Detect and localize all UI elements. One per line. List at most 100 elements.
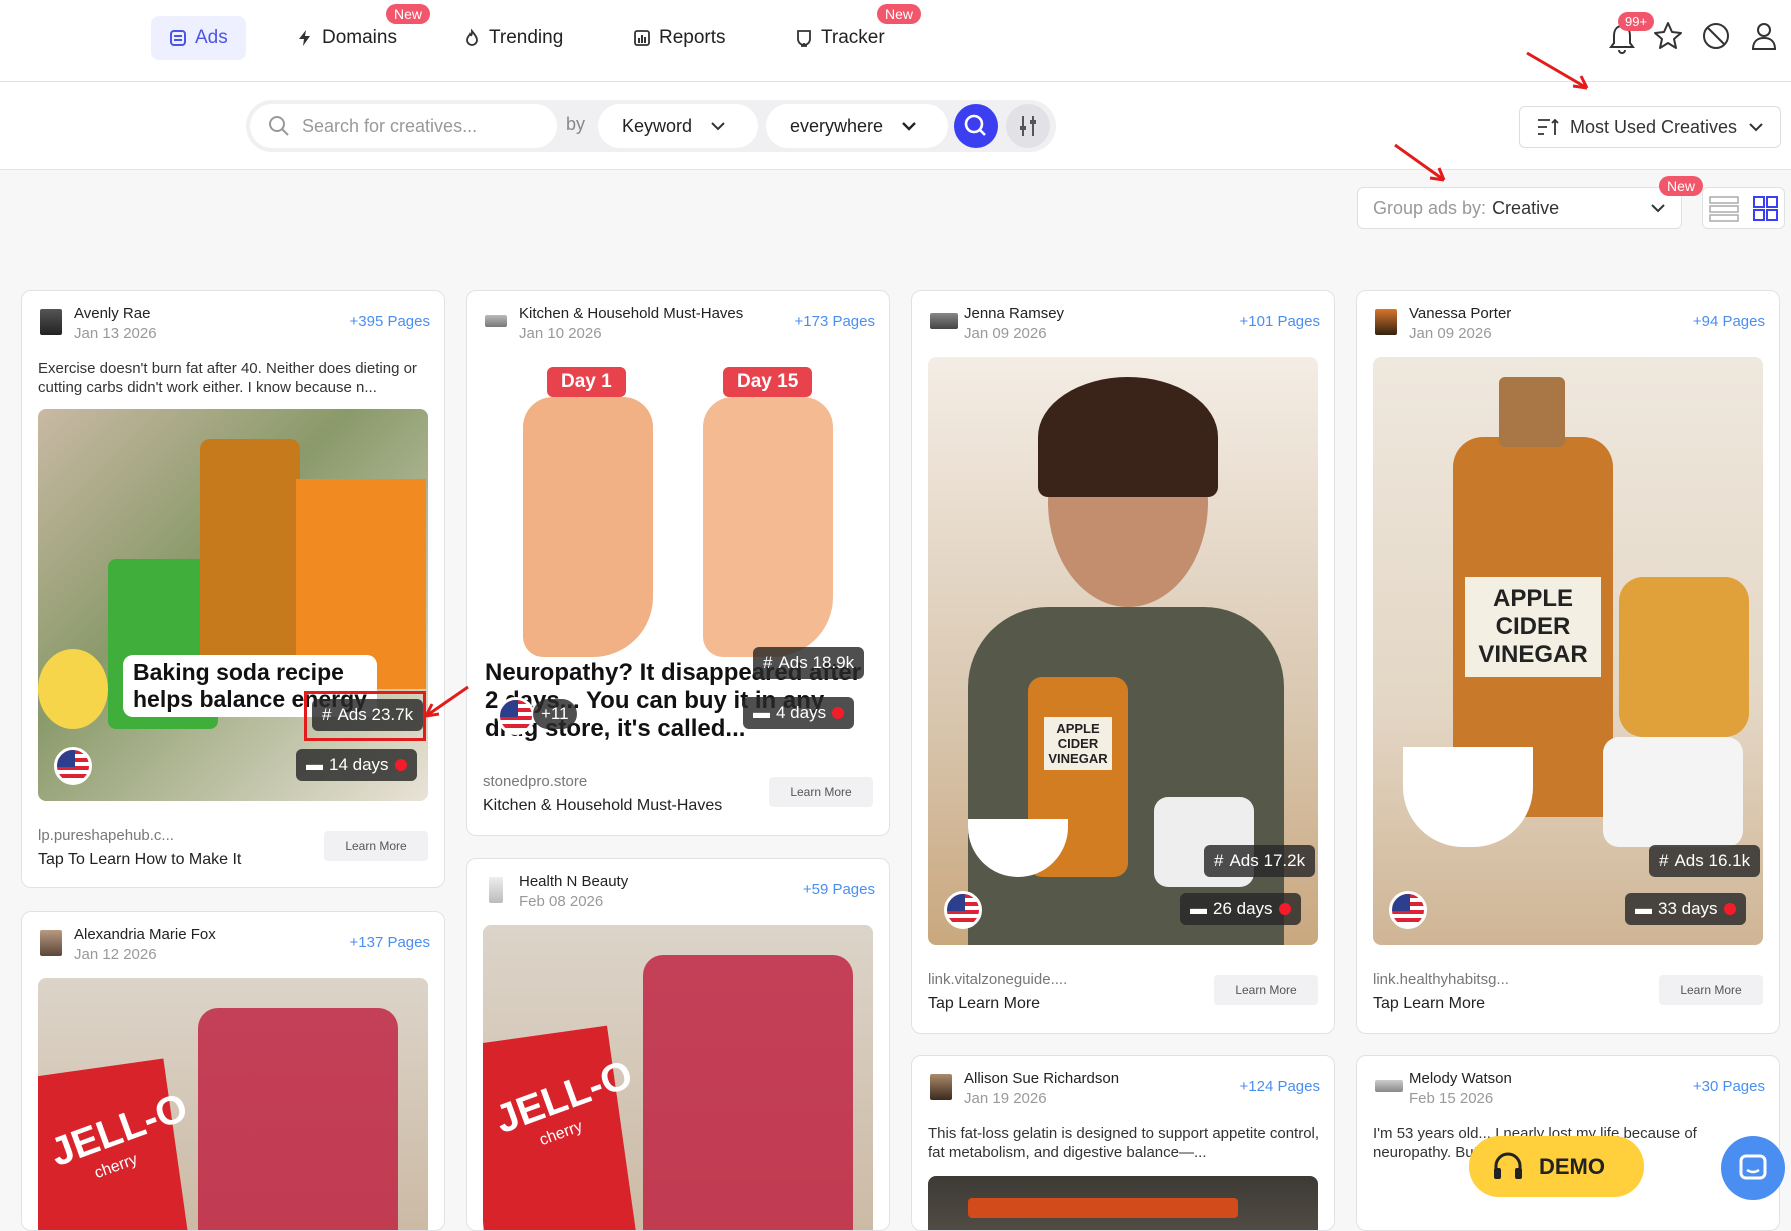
woman-hair <box>1038 377 1218 497</box>
ad-card[interactable]: Avenly Rae Jan 13 2026 +395 Pages Exerci… <box>21 290 445 888</box>
pages-link[interactable]: +101 Pages <box>1240 313 1321 330</box>
avatar <box>485 315 507 327</box>
tab-ads[interactable]: Ads <box>151 16 246 60</box>
search-input[interactable]: Search for creatives... <box>250 104 557 148</box>
tab-trending-label: Trending <box>489 27 564 48</box>
hash-icon: # <box>763 653 773 672</box>
ad-card[interactable]: Vanessa Porter Jan 09 2026 +94 Pages APP… <box>1356 290 1780 1034</box>
ad-media[interactable]: APPLE CIDER VINEGAR # Ads 17.2k ▬ 26 days <box>928 357 1318 945</box>
card-header: Avenly Rae Jan 13 2026 +395 Pages <box>40 305 430 345</box>
pages-link[interactable]: +94 Pages <box>1693 313 1765 330</box>
grid-view-icon[interactable] <box>1753 196 1779 222</box>
view-toggle <box>1702 187 1785 229</box>
ad-media[interactable]: APPLE CIDER VINEGAR # Ads 16.1k ▬ 33 days <box>1373 357 1763 945</box>
landing-domain[interactable]: link.healthyhabitsg... <box>1373 971 1509 988</box>
tab-ads-label: Ads <box>195 27 228 48</box>
landing-domain[interactable]: stonedpro.store <box>483 773 587 790</box>
favorites-button[interactable] <box>1652 20 1688 56</box>
tab-reports[interactable]: Reports <box>615 16 744 60</box>
active-dot-icon <box>1278 903 1291 915</box>
ad-date: Jan 19 2026 <box>964 1090 1047 1107</box>
user-icon <box>1751 23 1777 50</box>
card-header: Jenna Ramsey Jan 09 2026 +101 Pages <box>930 305 1320 345</box>
media-banner <box>968 1198 1238 1218</box>
group-by-dropdown[interactable]: Group ads by: Creative <box>1357 187 1682 229</box>
day-1-label: Day 1 <box>547 367 626 397</box>
ads-count: Ads 18.9k <box>778 653 855 672</box>
active-dot-icon <box>394 759 407 771</box>
pages-link[interactable]: +173 Pages <box>795 313 876 330</box>
advertiser-name[interactable]: Alexandria Marie Fox <box>74 926 216 943</box>
pages-link[interactable]: +395 Pages <box>350 313 431 330</box>
advertiser-name[interactable]: Avenly Rae <box>74 305 150 322</box>
search-button[interactable] <box>954 104 998 148</box>
chat-button[interactable] <box>1721 1136 1785 1200</box>
leg-after <box>703 397 833 657</box>
ad-media[interactable]: Day 1 Day 15 Neuropathy? It disappeared … <box>483 357 873 749</box>
honey-jar <box>1619 577 1749 737</box>
annotation-arrow <box>424 685 469 718</box>
us-flag-icon <box>944 891 982 929</box>
pages-link[interactable]: +59 Pages <box>803 881 875 898</box>
running-days-badge: ▬ 33 days <box>1625 893 1746 925</box>
search-type-dropdown[interactable]: Keyword <box>598 104 758 148</box>
tab-tracker[interactable]: Tracker New <box>777 4 922 60</box>
learn-more-button[interactable]: Learn More <box>324 831 428 861</box>
profile-button[interactable] <box>1748 20 1784 56</box>
tab-domains[interactable]: Domains New <box>278 4 431 60</box>
card-header: Alexandria Marie Fox Jan 12 2026 +137 Pa… <box>40 926 430 966</box>
ads-icon <box>170 30 186 46</box>
list-view-icon[interactable] <box>1709 196 1739 222</box>
search-scope-dropdown[interactable]: everywhere <box>766 104 948 148</box>
advertiser-name[interactable]: Kitchen & Household Must-Haves <box>519 305 743 322</box>
report-icon <box>634 30 650 46</box>
learn-more-button[interactable]: Learn More <box>1659 975 1763 1005</box>
blocked-button[interactable] <box>1700 20 1736 56</box>
filters-button[interactable] <box>1006 104 1050 148</box>
advertiser-name[interactable]: Allison Sue Richardson <box>964 1070 1119 1087</box>
ad-media[interactable]: JELL-O cherry <box>483 925 873 1230</box>
ad-media[interactable]: Baking soda recipe helps balance energy … <box>38 409 428 801</box>
search-placeholder: Search for creatives... <box>302 115 478 136</box>
running-days-badge: ▬ 14 days <box>296 749 417 781</box>
advertiser-name[interactable]: Melody Watson <box>1409 1070 1512 1087</box>
avatar <box>930 313 958 329</box>
advertiser-name[interactable]: Health N Beauty <box>519 873 628 890</box>
ad-card[interactable]: Kitchen & Household Must-Haves Jan 10 20… <box>466 290 890 836</box>
bolt-icon <box>299 30 310 46</box>
pages-link[interactable]: +124 Pages <box>1240 1078 1321 1095</box>
learn-more-button[interactable]: Learn More <box>1214 975 1318 1005</box>
ad-text: This fat-loss gelatin is designed to sup… <box>928 1125 1320 1161</box>
us-flag-icon <box>1389 891 1427 929</box>
sort-dropdown[interactable]: Most Used Creatives <box>1519 106 1781 148</box>
ad-card[interactable]: Allison Sue Richardson Jan 19 2026 +124 … <box>911 1055 1335 1231</box>
avatar <box>930 1074 952 1100</box>
highlight-box <box>304 691 426 741</box>
fire-icon <box>466 29 478 46</box>
ad-media[interactable]: JELL-O cherry <box>38 978 428 1230</box>
tab-trending[interactable]: Trending <box>445 16 581 60</box>
new-badge: New <box>386 4 431 24</box>
learn-more-button[interactable]: Learn More <box>769 777 873 807</box>
demo-button[interactable]: DEMO <box>1469 1136 1644 1197</box>
landing-domain[interactable]: lp.pureshapehub.c... <box>38 827 174 844</box>
landing-domain[interactable]: link.vitalzoneguide.... <box>928 971 1067 988</box>
advertiser-name[interactable]: Jenna Ramsey <box>964 305 1064 322</box>
card-header: Melody Watson Feb 15 2026 +30 Pages <box>1375 1070 1765 1110</box>
avatar <box>40 930 62 956</box>
star-icon <box>1654 22 1682 49</box>
ad-media[interactable] <box>928 1176 1318 1230</box>
ad-card[interactable]: Alexandria Marie Fox Jan 12 2026 +137 Pa… <box>21 911 445 1231</box>
running-days-badge: ▬ 26 days <box>1180 893 1301 925</box>
pages-link[interactable]: +30 Pages <box>1693 1078 1765 1095</box>
new-badge: New <box>1659 176 1704 196</box>
ad-text: Exercise doesn't burn fat after 40. Neit… <box>38 360 417 396</box>
ad-card[interactable]: Jenna Ramsey Jan 09 2026 +101 Pages APPL… <box>911 290 1335 1034</box>
avatar <box>489 877 503 903</box>
ad-date: Feb 08 2026 <box>519 893 604 910</box>
notification-count-badge: 99+ <box>1618 12 1655 31</box>
advertiser-name[interactable]: Vanessa Porter <box>1409 305 1511 322</box>
pages-link[interactable]: +137 Pages <box>350 934 431 951</box>
notifications-button[interactable]: 99+ <box>1604 12 1655 56</box>
ad-card[interactable]: Health N Beauty Feb 08 2026 +59 Pages JE… <box>466 858 890 1231</box>
